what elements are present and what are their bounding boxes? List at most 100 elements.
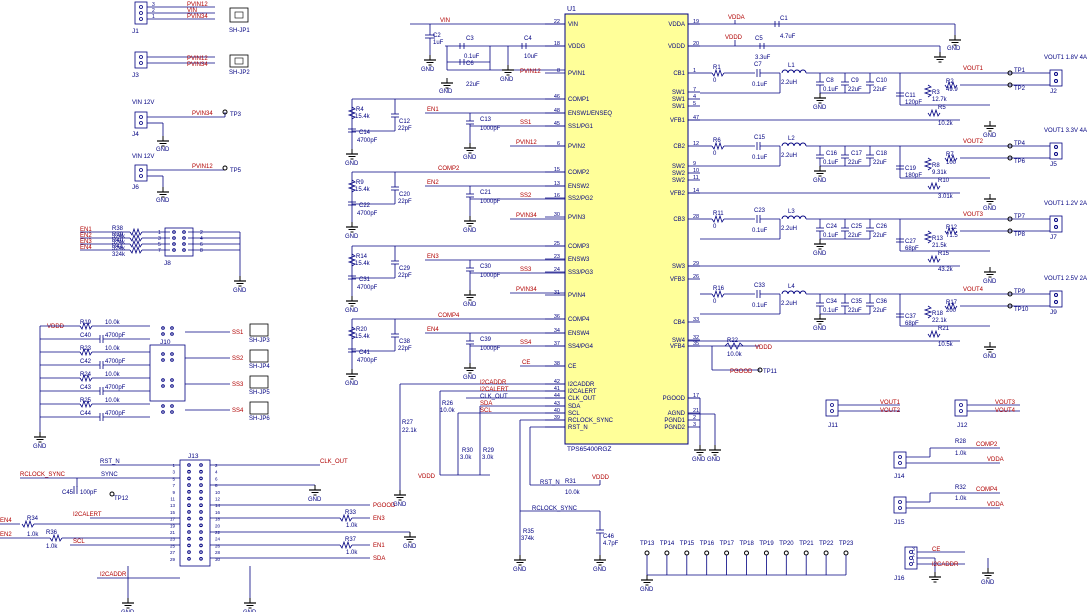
pin-number: 28 xyxy=(215,550,221,555)
pin-name: I2CALERT xyxy=(568,389,597,395)
pin-name: CLK_OUT xyxy=(568,396,596,402)
ref: C21 xyxy=(480,190,492,196)
net-label: SDA xyxy=(373,556,385,562)
pin-name: PGND2 xyxy=(664,425,685,431)
jumper-shunt xyxy=(249,323,269,337)
pin-number: 30 xyxy=(215,557,221,562)
value: 4700pF xyxy=(357,211,378,217)
ref: C23 xyxy=(754,208,766,214)
test-point-icon[interactable] xyxy=(664,550,670,556)
pin-number: 12 xyxy=(693,141,699,147)
ref: L3 xyxy=(788,209,795,215)
value: 0.1uF xyxy=(823,87,839,93)
ref: C38 xyxy=(399,339,411,345)
pin-name: VFB2 xyxy=(670,191,686,197)
svg-text:4.7uF: 4.7uF xyxy=(780,34,796,40)
pin-name: VIN xyxy=(568,22,578,28)
value: 22pF xyxy=(398,199,412,205)
svg-text:VOUT1: VOUT1 xyxy=(880,400,901,406)
svg-text:TP3: TP3 xyxy=(230,112,242,118)
value: 10.0k xyxy=(105,346,121,352)
ref: R2 xyxy=(946,79,954,85)
pin-name: PVIN4 xyxy=(568,293,586,299)
schematic-canvas: U1 TPS65400RGZ VIN22VDDG18PVIN18COMP146E… xyxy=(0,1,1087,612)
test-point-icon[interactable] xyxy=(763,550,769,556)
value: 12.7k xyxy=(932,97,948,103)
svg-text:C6: C6 xyxy=(466,61,474,67)
pin-number: 12 xyxy=(215,497,221,502)
svg-text:C2: C2 xyxy=(433,33,441,39)
net-label: SCL xyxy=(73,539,85,545)
svg-text:J1: J1 xyxy=(132,28,139,35)
svg-text:374k: 374k xyxy=(521,536,535,542)
net-label: CLK_OUT xyxy=(320,459,348,465)
ref: R23 xyxy=(80,346,92,352)
test-point-icon[interactable] xyxy=(724,550,730,556)
value: 0.1uF xyxy=(752,228,768,234)
test-point-icon[interactable] xyxy=(783,550,789,556)
svg-text:SCL: SCL xyxy=(480,408,492,414)
jumper-shunt xyxy=(249,401,269,415)
svg-text:R28: R28 xyxy=(955,439,967,445)
pin-number: 1 xyxy=(172,463,175,468)
ref: R6 xyxy=(713,138,721,144)
pin-name: SS3/PG3 xyxy=(568,270,594,276)
output-title: VOUT1 1.2V 2A xyxy=(1044,201,1087,207)
ref: R25 xyxy=(80,398,92,404)
value: 0.1uF xyxy=(823,160,839,166)
ref: R34 xyxy=(27,516,39,522)
pin-name: SS1/PG1 xyxy=(568,124,594,130)
connector-ref: J5 xyxy=(1050,161,1057,168)
test-point-icon[interactable] xyxy=(843,550,849,556)
test-point-icon[interactable] xyxy=(823,550,829,556)
net-label: RST_N xyxy=(100,459,120,465)
tp-label: TP15 xyxy=(680,541,695,547)
pin-number: 1 xyxy=(693,68,696,74)
ref: R36 xyxy=(46,530,58,536)
ref: R11 xyxy=(713,211,724,217)
ref: C27 xyxy=(905,239,917,245)
gnd-label: GND xyxy=(345,234,359,240)
test-point-icon[interactable] xyxy=(704,550,710,556)
tp-label: TP2 xyxy=(1014,86,1026,92)
pin-number: 16 xyxy=(554,193,560,199)
value: 0.1uF xyxy=(823,233,839,239)
test-point-icon[interactable] xyxy=(644,550,650,556)
pin-name: CB1 xyxy=(673,71,685,77)
ground-icon xyxy=(463,216,477,227)
pin-number: 7 xyxy=(172,483,175,488)
gnd-label: GND xyxy=(640,587,654,593)
pin-number: 27 xyxy=(170,550,176,555)
pin-number: 1 xyxy=(152,14,155,20)
ref: C10 xyxy=(876,78,888,84)
net-label: SS2 xyxy=(520,193,532,199)
svg-text:VIN 12V: VIN 12V xyxy=(132,100,154,106)
pin-name: I2CADDR xyxy=(568,382,595,388)
svg-text:GND: GND xyxy=(421,67,435,73)
ref: C37 xyxy=(905,314,917,320)
value: 15.4k xyxy=(355,114,371,120)
pin-number: 33 xyxy=(693,317,699,323)
pin-number: 20 xyxy=(215,523,221,528)
ground-icon xyxy=(403,532,417,543)
svg-text:SH-JP2: SH-JP2 xyxy=(229,70,250,76)
svg-text:3.3uF: 3.3uF xyxy=(755,55,771,61)
svg-text:22uF: 22uF xyxy=(466,82,480,88)
value: 1.0k xyxy=(27,532,39,538)
test-point-icon[interactable] xyxy=(684,550,690,556)
svg-text:VOUT2: VOUT2 xyxy=(880,408,901,414)
test-point-icon[interactable] xyxy=(803,550,809,556)
value: 0 xyxy=(713,299,717,305)
gnd-label: GND xyxy=(463,302,477,308)
value: 49.9 xyxy=(946,87,958,93)
output-channel-1: R1 0 C7 0.1uF L1 2.2uH C8 0.1uF C9 22uF C10 22uF GND… xyxy=(688,55,1087,139)
ref: R21 xyxy=(938,326,950,332)
jumper-ref: SH-JP3 xyxy=(249,338,270,344)
value: 22uF xyxy=(873,308,887,314)
chip-ref: U1 xyxy=(567,6,576,13)
ground-icon xyxy=(983,121,997,132)
pin-name: SDA xyxy=(568,404,580,410)
test-point-icon[interactable] xyxy=(744,550,749,556)
ref: C26 xyxy=(876,224,888,230)
net-label: I2CADDR xyxy=(100,572,127,578)
